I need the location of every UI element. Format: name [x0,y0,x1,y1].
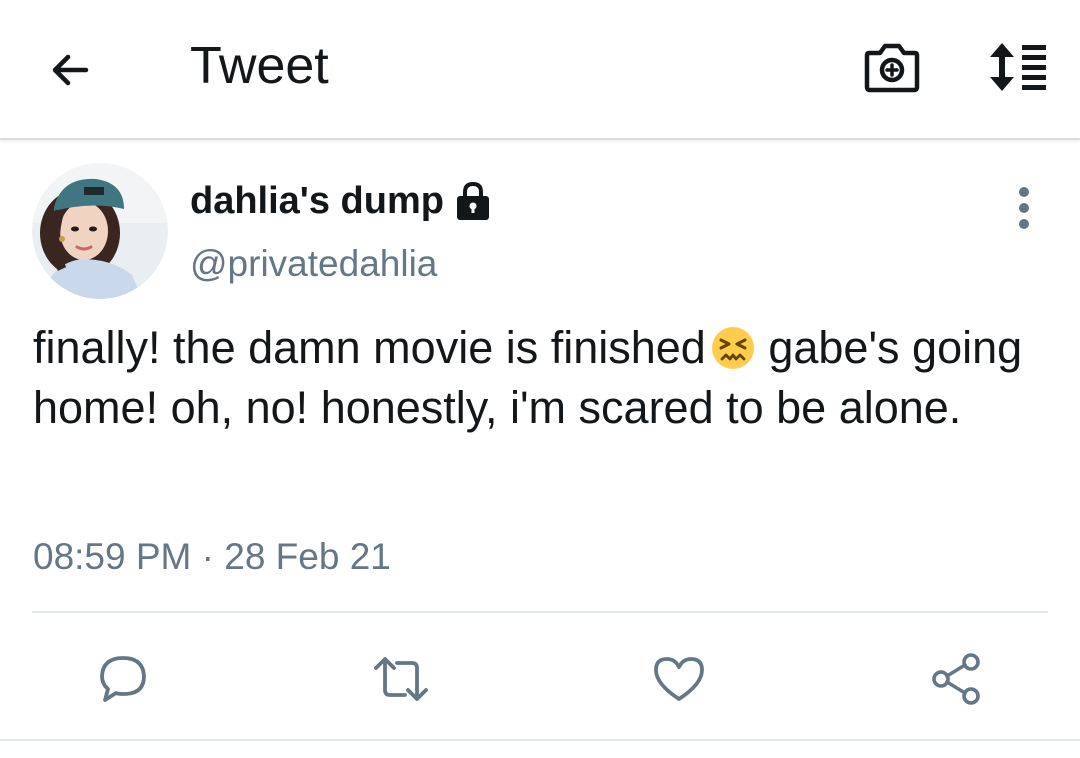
retweet-button[interactable] [372,650,430,708]
app-bar: Tweet [0,0,1080,140]
tweet-text: finally! the damn movie is finished gabe… [33,318,1033,438]
divider [32,611,1048,613]
lock-icon [452,180,494,222]
bottom-divider [0,739,1080,741]
display-name[interactable]: dahlia's dump [190,178,494,224]
avatar[interactable] [32,163,168,299]
more-options-button[interactable] [1004,180,1044,236]
page-title: Tweet [190,37,329,95]
camera-button[interactable] [858,36,926,98]
reply-button[interactable] [94,650,152,708]
retweet-arrows-icon [374,657,428,701]
back-arrow-icon [52,54,89,86]
share-nodes-icon [932,653,980,705]
like-button[interactable] [650,650,708,708]
tweet-timestamp[interactable]: 08:59 PM · 28 Feb 21 [33,535,391,579]
back-button[interactable] [40,40,100,100]
profile-photo [32,163,168,299]
sort-lines-icon [990,43,1046,91]
tweet-text-line-1: finally! the damn movie is finished [33,322,706,373]
camera-add-icon [864,43,920,93]
heart-icon [654,657,704,701]
confounded-face-emoji [710,325,756,371]
display-name-text: dahlia's dump [190,180,444,222]
user-handle[interactable]: @privatedahlia [190,242,437,286]
sort-button[interactable] [982,36,1054,98]
more-vertical-icon [1019,187,1029,229]
share-button[interactable] [928,650,986,708]
speech-bubble-icon [100,656,146,702]
